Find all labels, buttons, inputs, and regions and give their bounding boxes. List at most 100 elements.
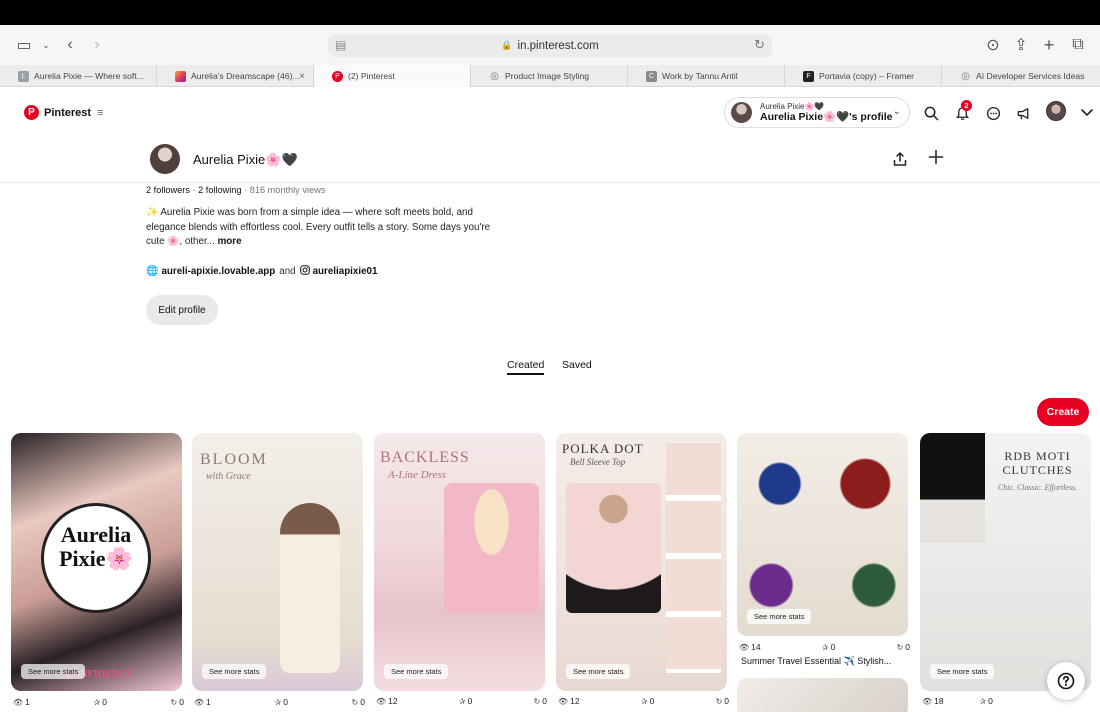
address-bar[interactable]: ▤ 🔒 in.pinterest.com ↻ (328, 34, 772, 57)
sidebar-toggle-icon[interactable]: ▭ (14, 35, 34, 55)
instagram-link[interactable]: aureliapixie01 (313, 266, 378, 277)
pin-image (737, 433, 908, 636)
tab-favicon-icon: C (646, 70, 657, 82)
chevron-down-icon[interactable]: ⌄ (36, 35, 56, 55)
pin-overlay-title: RDB MOTI CLUTCHES (1002, 449, 1073, 477)
saves-count: 0 (102, 697, 107, 707)
edit-profile-button[interactable]: Edit profile (146, 295, 218, 325)
menu-icon[interactable]: ≡ (97, 107, 103, 119)
pin-card[interactable]: Aurelia Pixie🌸 CONFIDENCE See more stats (11, 433, 182, 691)
pin-views: 👁 18 (922, 696, 944, 706)
reload-icon[interactable]: ↻ (754, 37, 765, 53)
see-more-stats-chip[interactable]: See more stats (566, 664, 631, 679)
tab-overview-icon[interactable]: ⧉ (1068, 35, 1088, 55)
pin-figure (566, 483, 661, 613)
see-more-stats-chip[interactable]: See more stats (930, 664, 995, 679)
see-more-stats-chip[interactable]: See more stats (202, 664, 267, 679)
tab-favicon-icon: L (18, 70, 29, 82)
pin-views: 👁 1 (13, 697, 30, 707)
website-link[interactable]: aureli-apixie.lovable.app (161, 266, 275, 277)
create-button[interactable]: Create (1037, 398, 1089, 426)
pin-overlay-title: Aurelia Pixie🌸 (59, 522, 133, 571)
saves-count: 0 (649, 696, 655, 706)
reader-icon[interactable]: ▤ (335, 38, 346, 52)
pin-views: 👁 12 (376, 696, 398, 706)
browser-tab[interactable]: L Aurelia Pixie — Where soft... (0, 65, 157, 87)
pin-overlay-subtitle: Chic. Classic. Effortless. (997, 483, 1078, 492)
download-icon[interactable]: ⊙ (983, 35, 1003, 55)
bio-more-link[interactable]: more (218, 236, 242, 247)
see-more-stats-chip[interactable]: See more stats (21, 664, 86, 679)
tab-saved[interactable]: Saved (562, 359, 592, 371)
tab-label: Product Image Styling (505, 71, 590, 81)
instagram-icon (299, 265, 310, 278)
avatar[interactable] (1046, 101, 1066, 121)
pin-stats-row: 👁 1 ✰ 0 ↻ 0 (194, 697, 365, 707)
eye-icon: 👁 (739, 642, 750, 652)
pin-overlay-subtitle: with Grace (206, 471, 251, 482)
pin-detail-strip (666, 443, 721, 673)
pin-card[interactable]: RDB MOTI CLUTCHES Chic. Classic. Effortl… (920, 433, 1091, 691)
link-icon: ↻ (896, 642, 904, 652)
tab-favicon-icon: ◎ (490, 70, 499, 82)
see-more-stats-chip[interactable]: See more stats (747, 609, 812, 624)
pin-overlay-title: BACKLESS (380, 449, 470, 466)
links-separator: and (279, 266, 296, 277)
share-icon[interactable]: ⇪ (1011, 35, 1031, 55)
pin-overlay-subtitle: A-Line Dress (388, 469, 446, 481)
pin-card[interactable]: See more stats (737, 433, 908, 636)
followers-count[interactable]: 2 followers (146, 185, 190, 195)
pin-views: 👁 12 (558, 696, 580, 706)
pin-card[interactable]: BACKLESS A-Line Dress See more stats (374, 433, 545, 691)
browser-tab-bar: L Aurelia Pixie — Where soft... Aurelia's… (0, 65, 1100, 87)
clicks-count: 0 (542, 696, 547, 706)
profile-links: 🌐 aureli-apixie.lovable.app and aureliap… (146, 265, 377, 278)
following-count[interactable]: 2 following (198, 185, 241, 195)
eye-icon: 👁 (194, 697, 205, 707)
pinterest-logo-icon: P (24, 105, 39, 120)
pin-stats-row: 👁 1 ✰ 0 ↻ 0 (13, 697, 184, 707)
share-icon[interactable] (890, 149, 910, 169)
new-tab-icon[interactable]: + (1039, 35, 1059, 55)
messages-icon[interactable] (983, 103, 1003, 123)
pin-clicks: ↻ 0 (352, 697, 365, 707)
browser-tab[interactable]: ◎ Product Image Styling (471, 65, 628, 87)
tab-created[interactable]: Created (507, 359, 545, 375)
system-top-bar (0, 0, 1100, 25)
saves-count: 0 (467, 696, 473, 706)
forward-icon[interactable]: › (87, 35, 107, 55)
notification-badge: 2 (961, 100, 972, 111)
link-icon: ↻ (351, 697, 359, 707)
bio-text: ✨ Aurelia Pixie was born from a simple i… (146, 207, 491, 247)
browser-tab[interactable]: F Portavia (copy) – Framer (785, 65, 942, 87)
pin-icon: ✰ (93, 697, 101, 707)
browser-tab-active[interactable]: P (2) Pinterest (314, 65, 471, 87)
browser-tab[interactable]: C Work by Tannu Antil (628, 65, 785, 87)
close-tab-icon[interactable]: × (299, 71, 305, 82)
eye-icon: 👁 (376, 696, 387, 706)
pin-saves: ✰ 0 (275, 697, 288, 707)
pin-card[interactable]: BLOOM with Grace See more stats (192, 433, 363, 691)
back-icon[interactable]: ‹ (60, 35, 80, 55)
plus-icon[interactable] (926, 147, 946, 167)
help-button[interactable] (1047, 662, 1085, 700)
chevron-down-icon[interactable] (1077, 103, 1097, 123)
profile-switcher[interactable]: Aurelia Pixie🌸🖤 Aurelia Pixie🌸🖤's profil… (724, 97, 910, 128)
pin-card[interactable]: POLKA DOT Bell Sleeve Top See more stats (556, 433, 727, 691)
pin-title[interactable]: Summer Travel Essential ✈️ Stylish... (741, 656, 891, 667)
avatar (731, 102, 752, 123)
search-icon[interactable] (921, 103, 941, 123)
profile-stats: 2 followers · 2 following · 816 monthly … (146, 185, 326, 195)
pin-card[interactable] (737, 678, 908, 712)
views-count: 1 (206, 697, 211, 707)
browser-tab[interactable]: ◎ AI Developer Services Ideas (942, 65, 1100, 87)
pin-stats-row: 👁 14 ✰ 0 ↻ 0 (739, 642, 910, 652)
pin-clicks: ↻ 0 (534, 696, 547, 706)
help-icon (1057, 672, 1075, 690)
megaphone-icon[interactable] (1014, 103, 1034, 123)
pinterest-logo[interactable]: P Pinterest ≡ (24, 105, 104, 120)
browser-tab[interactable]: Aurelia's Dreamscape (46)... × (157, 65, 314, 87)
avatar (150, 144, 180, 174)
browser-toolbar: ▭ ⌄ ‹ › ▤ 🔒 in.pinterest.com ↻ ⊙ ⇪ + ⧉ (0, 25, 1100, 65)
see-more-stats-chip[interactable]: See more stats (384, 664, 449, 679)
